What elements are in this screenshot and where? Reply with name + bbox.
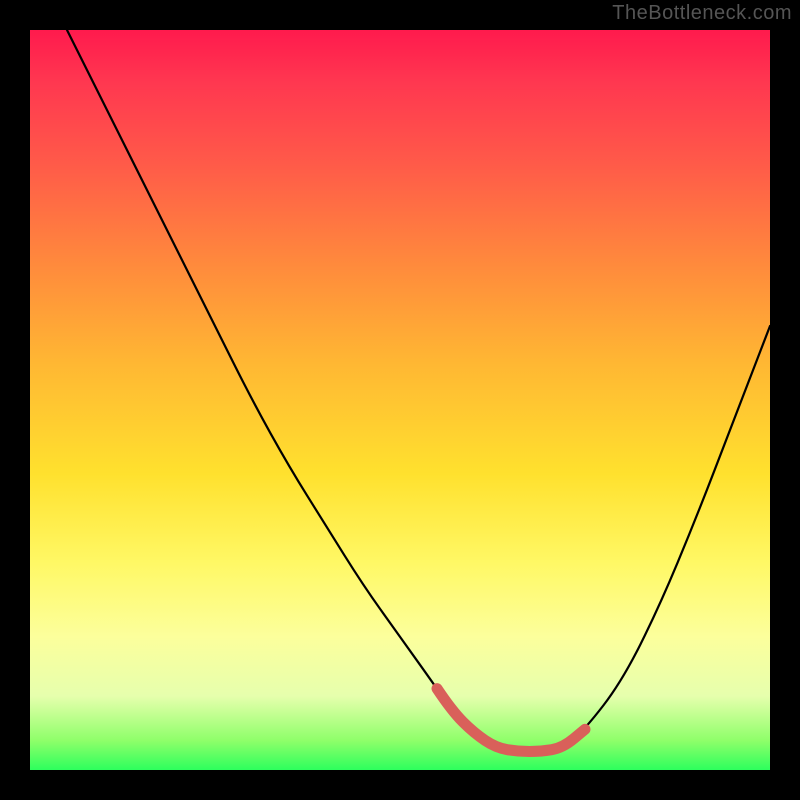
plot-area — [30, 30, 770, 770]
chart-container: TheBottleneck.com — [0, 0, 800, 800]
curve-svg — [30, 30, 770, 770]
curve-highlight-segment — [437, 689, 585, 752]
bottleneck-curve — [67, 30, 770, 752]
watermark-text: TheBottleneck.com — [612, 2, 792, 25]
